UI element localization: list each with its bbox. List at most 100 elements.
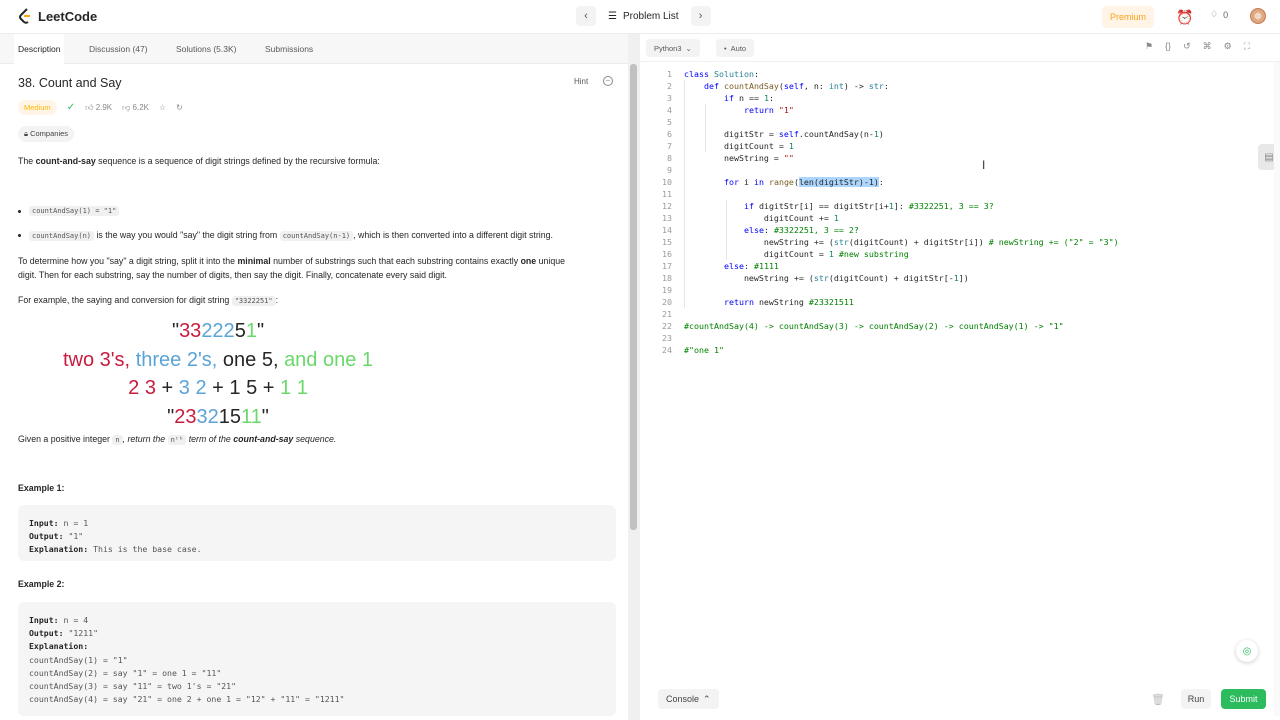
example-line: countAndSay(1) = "1" — [29, 654, 605, 667]
p4-pre: Given a positive integer — [18, 434, 113, 444]
tab-solutions[interactable]: Solutions (5.3K) — [172, 34, 240, 64]
out-blue: 32 — [196, 406, 219, 428]
p4-post: sequence. — [293, 434, 337, 444]
mode-select[interactable]: • Auto — [716, 39, 755, 57]
line-number: 2 — [667, 81, 672, 91]
example-paragraph: For example, the saying and conversion f… — [18, 293, 608, 308]
language-value: Python3 — [654, 43, 682, 53]
p4-code-nth: nᵗʰ — [167, 435, 187, 445]
tab-discussion[interactable]: Discussion (47) — [85, 34, 152, 64]
digit-group-blue: 222 — [201, 320, 235, 342]
example-value: "1211" — [63, 628, 99, 639]
example-value: countAndSay(1) = "1" — [29, 654, 128, 665]
example-line: countAndSay(2) = say "1" = one 1 = "11" — [29, 667, 605, 680]
chevron-up-icon: ⌃ — [703, 693, 711, 704]
p4-bold: count-and-say — [233, 434, 294, 444]
shortcut-icon[interactable]: ⌘ — [1203, 41, 1212, 52]
language-select[interactable]: Python3 ⌄ — [646, 39, 700, 57]
run-button[interactable]: Run — [1181, 689, 1211, 709]
example-key: Output: — [29, 628, 64, 639]
code-text: digitCount = 1 #new substring — [684, 249, 909, 259]
line-number: 13 — [662, 213, 672, 223]
code-text: else: #3322251, 3 == 2? — [743, 225, 859, 235]
description-scrollbar[interactable] — [630, 64, 637, 530]
dislike-button[interactable]: 👎︎ 6.2K — [122, 103, 149, 113]
companies-tag[interactable]: 🔒︎ Companies — [18, 126, 75, 142]
p3-post: : — [275, 295, 279, 305]
line-number: 24 — [662, 345, 672, 355]
console-label: Console — [666, 694, 700, 704]
fullscreen-icon[interactable]: ⛶ — [1244, 41, 1250, 52]
p4-mid: , return the — [122, 434, 168, 444]
next-problem-button[interactable]: › — [690, 6, 711, 26]
plus: + — [212, 377, 224, 399]
code-text: class Solution: — [684, 69, 759, 79]
premium-button[interactable]: Premium — [1102, 6, 1154, 28]
alarm-clock-icon[interactable]: ⏰ — [1176, 9, 1193, 26]
example-line: countAndSay(3) = say "11" = two 1's = "2… — [29, 680, 605, 693]
tab-submissions[interactable]: Submissions — [261, 34, 317, 64]
task-paragraph: Given a positive integer n, return the n… — [18, 432, 608, 447]
companies-label: Companies — [30, 129, 69, 138]
problem-title: 38. Count and Say — [18, 76, 122, 90]
example-value: This is the base case. — [88, 544, 202, 555]
p4-code-n: n — [112, 435, 123, 445]
like-button[interactable]: 👍︎ 2.9K — [85, 103, 112, 113]
mode-value: Auto — [730, 43, 747, 53]
prev-problem-button[interactable]: ‹ — [576, 6, 596, 26]
bullet-dot — [18, 233, 21, 237]
avatar[interactable] — [1250, 8, 1266, 24]
line-number: 1 — [667, 69, 672, 79]
code-text: digitStr = self.countAndSay(n-1) — [684, 129, 884, 139]
collapse-icon[interactable]: – — [603, 76, 613, 86]
settings-gear-icon[interactable]: ⚙ — [1224, 41, 1232, 52]
sum-red: 2 3 — [128, 377, 156, 399]
example-1-box: Input: n = 1 Output: "1" Explanation: This… — [18, 505, 616, 561]
star-icon[interactable]: ☆ — [159, 103, 166, 112]
reset-icon[interactable]: ↺ — [1183, 41, 1191, 52]
example-line: countAndSay(4) = say "21" = one 2 + one … — [29, 693, 605, 706]
example-line: Output: "1211" — [29, 627, 605, 640]
sum-black: 1 5 — [229, 377, 258, 399]
out-red: 23 — [174, 406, 197, 428]
trash-icon[interactable]: 🗑︎ — [1151, 693, 1165, 706]
line-number: 15 — [662, 237, 672, 247]
example-value: countAndSay(4) = say "21" = one 2 + one … — [29, 694, 345, 705]
plus: + — [161, 377, 174, 399]
streak-count: 0 — [1223, 9, 1229, 20]
chevron-down-icon: ⌄ — [685, 43, 692, 53]
example-value: n = 1 — [58, 518, 89, 528]
line-number: 20 — [662, 297, 672, 307]
code-text: digitCount += 1 — [684, 213, 839, 223]
braces-icon[interactable]: {} — [1165, 41, 1171, 52]
code-text: digitCount = 1 — [684, 141, 794, 151]
intro-text: The — [18, 156, 36, 166]
intro-paragraph: The count-and-say sequence is a sequence… — [18, 154, 608, 168]
submit-button[interactable]: Submit — [1221, 689, 1266, 709]
line-number: 7 — [667, 141, 672, 151]
said-black: one 5, — [222, 349, 279, 371]
editor-scrollbar[interactable] — [1274, 62, 1280, 716]
line-number: 11 — [662, 189, 672, 199]
p3-text: For example, the saying and conversion f… — [18, 295, 232, 305]
bookmark-icon[interactable]: ⚑ — [1145, 41, 1153, 52]
share-icon[interactable]: ↻ — [176, 103, 183, 112]
problem-list-label: Problem List — [622, 10, 679, 22]
streak-counter[interactable]: ♢ 0 — [1210, 9, 1228, 20]
problem-nav: ‹ ☰ Problem List › — [576, 6, 711, 26]
feedback-chat-icon[interactable]: ◎ — [1236, 640, 1258, 662]
editor-panel: Python3 ⌄ • Auto ⚑ {} ↺ ⌘ ⚙ ⛶ 1 class Solut… — [640, 34, 1280, 720]
line-number: 10 — [662, 177, 672, 187]
console-button[interactable]: Console ⌃ — [658, 689, 719, 709]
example-value: countAndSay(2) = say "1" = one 1 = "11" — [29, 667, 222, 678]
example-value: "1" — [63, 531, 84, 542]
recursive-code-2: countAndSay(n-1) — [279, 231, 354, 241]
example-key: Input: — [29, 615, 59, 625]
digit-group-red: 33 — [179, 320, 202, 342]
leetcode-logo[interactable]: LeetCode — [18, 8, 97, 24]
hint-button[interactable]: Hint — [574, 77, 588, 86]
problem-list-button[interactable]: ☰ Problem List — [602, 11, 685, 22]
example-key: Explanation: — [29, 641, 89, 652]
list-item: countAndSay(1) = "1" — [18, 206, 120, 216]
tab-description[interactable]: Description — [14, 34, 64, 64]
